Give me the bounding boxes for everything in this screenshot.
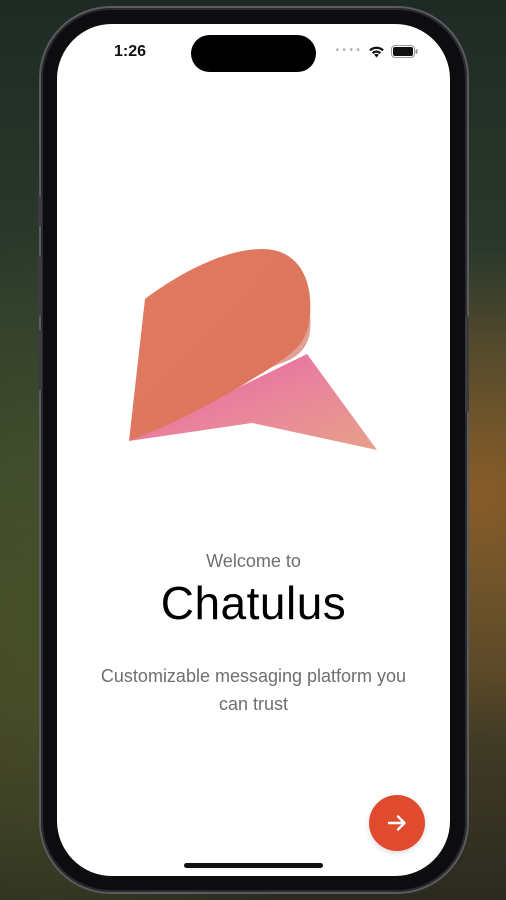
status-time: 1:26 [113, 43, 147, 60]
status-icons: •••• [334, 44, 418, 58]
dynamic-island [191, 35, 316, 72]
battery-icon [391, 44, 418, 58]
next-button[interactable] [369, 795, 425, 851]
welcome-label: Welcome to [206, 551, 301, 571]
volume-down-button [38, 330, 42, 390]
chatulus-logo [129, 249, 377, 450]
app-screen: 1:26 •••• Welcome to Chatulus Customizab… [57, 24, 450, 876]
app-name-title: Chatulus [160, 577, 347, 629]
power-button [465, 316, 469, 412]
home-indicator[interactable] [184, 863, 323, 868]
arrow-right-icon [387, 815, 406, 831]
volume-up-button [38, 256, 42, 316]
mute-switch [38, 196, 42, 226]
signal-dots-icon: •••• [334, 45, 362, 56]
tagline-text: Customizable messaging platform you can … [100, 666, 407, 714]
wifi-icon [369, 46, 384, 57]
